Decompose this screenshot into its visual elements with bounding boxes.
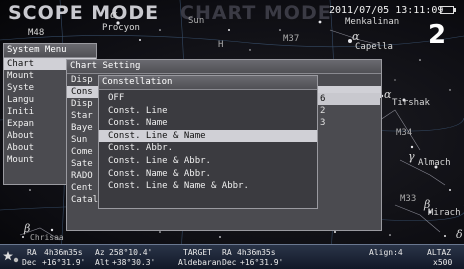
constellation-option[interactable]: Const. Line & Name & Abbr. bbox=[99, 180, 317, 193]
datetime: 2011/07/05 13:11:09 bbox=[329, 5, 444, 16]
az-label: Az bbox=[95, 248, 105, 257]
target-name: Aldebaran bbox=[178, 258, 222, 267]
telescope-star-icon bbox=[3, 251, 19, 263]
constellation-option[interactable]: Const. Line bbox=[99, 105, 317, 118]
sky-label-chrisaa: Chrisaa bbox=[30, 233, 64, 242]
constellation-list: OFF Const. Line Const. Name Const. Line … bbox=[99, 90, 317, 193]
constellation-option-selected[interactable]: Const. Line & Name bbox=[99, 129, 317, 143]
alt-label: Alt bbox=[95, 258, 110, 267]
target-dec-label: Dec bbox=[222, 258, 237, 267]
chart-setting-values: 6 2 3 bbox=[317, 93, 380, 129]
target-dec-value: +16°31.9' bbox=[240, 258, 284, 267]
greek-gamma-icon: γ bbox=[408, 150, 415, 163]
constellation-option[interactable]: Const. Abbr. bbox=[99, 142, 317, 155]
greek-alpha-icon: α bbox=[110, 8, 118, 21]
dec-label: Dec bbox=[22, 258, 37, 267]
constellation-option[interactable]: OFF bbox=[99, 92, 317, 105]
system-menu-title: System Menu bbox=[4, 44, 96, 58]
sky-label-m48: M48 bbox=[28, 28, 45, 38]
sky-label-h: H bbox=[218, 40, 224, 50]
ra-value: 4h36m35s bbox=[44, 248, 83, 257]
constellation-option[interactable]: Const. Line & Abbr. bbox=[99, 155, 317, 168]
constellation-title: Constellation bbox=[99, 76, 317, 90]
sky-label-procyon: Procyon bbox=[102, 23, 140, 33]
greek-alpha-icon: α bbox=[384, 88, 392, 101]
alt-value: +38°30.3' bbox=[112, 258, 156, 267]
sky-label-tirshak: Tirshak bbox=[392, 98, 430, 108]
chart-setting-title: Chart Setting bbox=[67, 60, 381, 74]
setting-value: 2 bbox=[320, 106, 326, 116]
greek-alpha-icon: α bbox=[352, 30, 360, 43]
greek-beta-icon: β bbox=[24, 222, 31, 235]
sky-label-menkalinan: Menkalinan bbox=[345, 17, 400, 27]
constellation-window: Constellation OFF Const. Line Const. Nam… bbox=[98, 75, 318, 209]
setting-value: 6 bbox=[317, 93, 380, 105]
dec-value: +16°31.9' bbox=[42, 258, 86, 267]
setting-value: 3 bbox=[320, 118, 326, 128]
mount-type: ALTAZ bbox=[427, 248, 452, 257]
az-value: 258°10.4' bbox=[109, 248, 153, 257]
sky-label-capella: Capella bbox=[355, 42, 393, 52]
sky-label-mirach: Mirach bbox=[428, 208, 461, 218]
greek-delta-icon: δ bbox=[456, 228, 463, 241]
status-bar: RA 4h36m35s Dec +16°31.9' Az 258°10.4' A… bbox=[0, 244, 464, 269]
hand-controller-screen: SCOPE MODE CHART MODE 2011/07/05 13:11:0… bbox=[0, 0, 464, 269]
constellation-option[interactable]: Const. Name & Abbr. bbox=[99, 168, 317, 181]
sky-label-m37: M37 bbox=[283, 34, 300, 44]
sky-label-m34: M34 bbox=[396, 128, 413, 138]
zoom-level: x500 bbox=[433, 258, 453, 267]
battery-icon bbox=[440, 6, 456, 14]
ra-label: RA bbox=[27, 248, 37, 257]
target-ra-label: RA bbox=[222, 248, 232, 257]
align-status: Align:4 bbox=[369, 248, 403, 257]
sky-label-sun: Sun bbox=[188, 16, 205, 26]
target-label: TARGET bbox=[183, 248, 212, 257]
scope-mode-title: SCOPE MODE bbox=[8, 2, 160, 24]
constellation-option[interactable]: Const. Name bbox=[99, 117, 317, 130]
sky-label-almach: Almach bbox=[418, 158, 451, 168]
sky-label-m33: M33 bbox=[400, 194, 417, 204]
target-ra-value: 4h36m35s bbox=[237, 248, 276, 257]
greek-beta-icon: β bbox=[424, 198, 431, 211]
screen-number: 2 bbox=[428, 20, 447, 50]
